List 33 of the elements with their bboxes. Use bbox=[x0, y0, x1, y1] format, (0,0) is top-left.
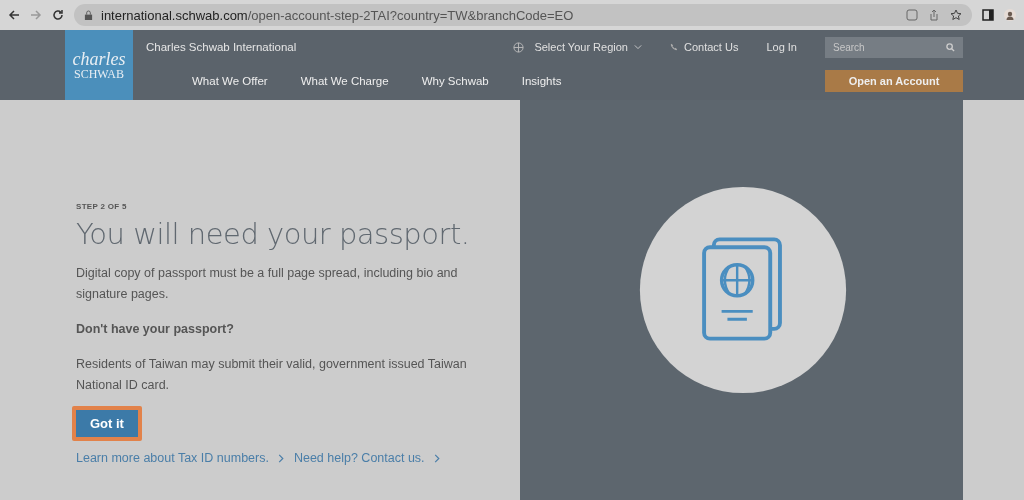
sidebar-icon[interactable] bbox=[982, 9, 994, 21]
avatar-icon[interactable] bbox=[1004, 9, 1016, 21]
nav-link[interactable]: What We Charge bbox=[300, 75, 389, 87]
site-name: Charles Schwab International bbox=[146, 41, 297, 53]
address-bar[interactable]: international.schwab.com/open-account-step-2TAI?country=TW&branchCode=EO bbox=[74, 4, 972, 26]
help-link[interactable]: Learn more about Tax ID numbers. bbox=[76, 451, 269, 465]
subheading: Don't have your passport? bbox=[76, 321, 235, 338]
page-title: You will need your passport. bbox=[76, 217, 471, 251]
note-text: Residents of Taiwan may submit their valid, government issued Taiwan National ID card. bbox=[76, 356, 468, 394]
chevron-icon bbox=[277, 453, 284, 463]
open-account-button[interactable]: Open an Account bbox=[825, 70, 963, 92]
contact-link[interactable]: Contact Us bbox=[670, 41, 739, 53]
nav-link[interactable]: Insights bbox=[521, 75, 562, 87]
chevron-icon bbox=[433, 453, 440, 463]
help-link[interactable]: Need help? Contact us. bbox=[293, 451, 425, 465]
caret-icon bbox=[634, 43, 642, 51]
globe-icon bbox=[513, 41, 525, 53]
lock-icon bbox=[84, 9, 93, 21]
nav-link[interactable]: What We Offer bbox=[192, 75, 268, 87]
reload-icon[interactable] bbox=[52, 9, 64, 21]
login-link[interactable]: Log In bbox=[766, 41, 797, 53]
phone-icon bbox=[670, 43, 678, 51]
search-field[interactable]: Search bbox=[825, 36, 963, 58]
star-icon[interactable] bbox=[950, 9, 962, 21]
share-icon[interactable] bbox=[928, 9, 940, 21]
got-it-button[interactable]: Got it bbox=[76, 410, 138, 437]
region-selector[interactable]: Select Your Region bbox=[513, 41, 642, 53]
back-icon[interactable] bbox=[8, 9, 20, 21]
nav-link[interactable]: Why Schwab bbox=[421, 75, 489, 87]
logo[interactable]: charles SCHWAB bbox=[65, 30, 133, 100]
search-icon bbox=[946, 42, 955, 52]
intro-text: Digital copy of passport must be a full page spread, including bio and signature pages. bbox=[76, 265, 459, 303]
step-label: STEP 2 OF 5 bbox=[76, 202, 128, 211]
